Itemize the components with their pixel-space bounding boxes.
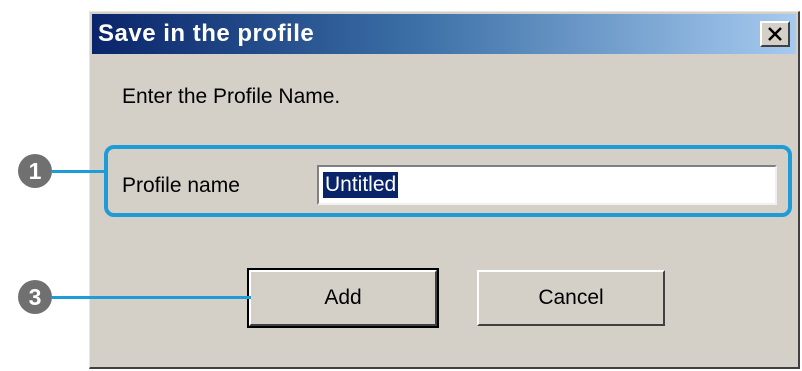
add-button[interactable]: Add	[247, 268, 439, 328]
dialog-title: Save in the profile	[98, 20, 315, 47]
profile-name-label: Profile name	[122, 174, 240, 197]
callout-marker-1: 1	[18, 154, 52, 188]
profile-name-input[interactable]	[317, 165, 777, 205]
close-icon	[768, 27, 782, 41]
save-profile-dialog: Save in the profile Enter the Profile Na…	[89, 11, 800, 369]
title-bar[interactable]: Save in the profile	[92, 14, 796, 54]
prompt-text: Enter the Profile Name.	[122, 85, 341, 108]
close-button[interactable]	[760, 21, 790, 47]
cancel-button[interactable]: Cancel	[477, 270, 665, 326]
callout-marker-3: 3	[18, 280, 52, 314]
